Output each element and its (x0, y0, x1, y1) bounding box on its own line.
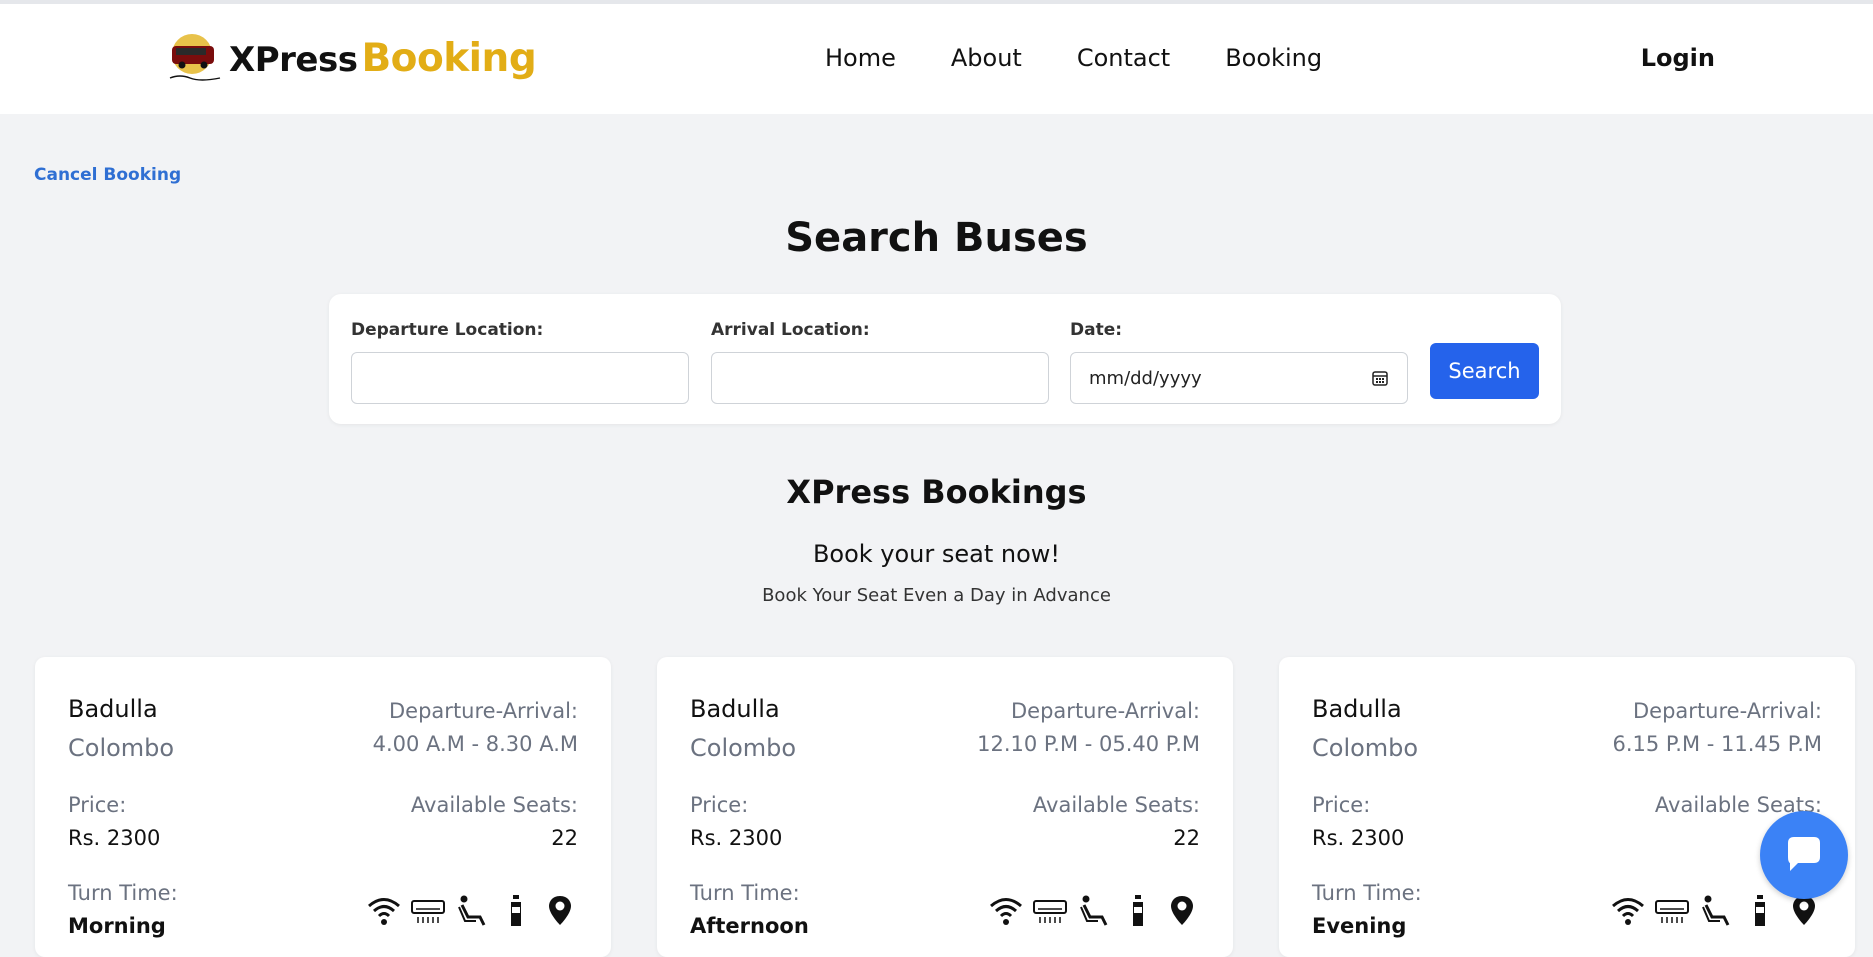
nav-contact[interactable]: Contact (1077, 44, 1170, 72)
card-from: Badulla (690, 695, 780, 723)
water-bottle-icon (1742, 893, 1778, 929)
card-da-label: Departure-Arrival: (1633, 699, 1822, 723)
location-pin-icon (1164, 893, 1200, 929)
brand[interactable]: XPress Booking (168, 32, 537, 84)
location-pin-icon (542, 893, 578, 929)
card-to: Colombo (690, 734, 797, 762)
water-bottle-icon (498, 893, 534, 929)
search-title: Search Buses (785, 215, 1088, 261)
card-price: Rs. 2300 (68, 826, 161, 850)
reclining-seat-icon (1076, 893, 1112, 929)
main-nav: Home About Contact Booking (825, 44, 1377, 72)
card-price-label: Price: (690, 793, 749, 817)
bus-card[interactable]: Badulla Colombo Departure-Arrival: 6.15 … (1279, 657, 1855, 957)
card-da-label: Departure-Arrival: (1011, 699, 1200, 723)
date-field: Date: mm/dd/yyyy (1070, 320, 1408, 404)
site-header: XPress Booking Home About Contact Booking… (0, 4, 1873, 114)
departure-field: Departure Location: (351, 320, 689, 404)
cancel-booking-link[interactable]: Cancel Booking (34, 165, 181, 185)
card-turn-label: Turn Time: (1312, 881, 1422, 905)
ac-icon (1654, 893, 1690, 929)
nav-about[interactable]: About (951, 44, 1022, 72)
reclining-seat-icon (454, 893, 490, 929)
date-placeholder: mm/dd/yyyy (1089, 368, 1202, 389)
card-da-value: 12.10 P.M - 05.40 P.M (977, 732, 1200, 756)
card-turn: Evening (1312, 914, 1407, 938)
arrival-field: Arrival Location: (711, 320, 1049, 404)
bus-logo-icon (168, 32, 223, 84)
wifi-icon (988, 893, 1024, 929)
search-button[interactable]: Search (1430, 343, 1539, 399)
card-da-label: Departure-Arrival: (389, 699, 578, 723)
card-da-value: 4.00 A.M - 8.30 A.M (372, 732, 578, 756)
card-da-value: 6.15 P.M - 11.45 P.M (1612, 732, 1822, 756)
wifi-icon (366, 893, 402, 929)
bus-card[interactable]: Badulla Colombo Departure-Arrival: 12.10… (657, 657, 1233, 957)
calendar-icon[interactable] (1371, 369, 1389, 387)
card-price-label: Price: (68, 793, 127, 817)
chat-bubble-icon (1788, 837, 1820, 871)
arrival-input[interactable] (711, 352, 1049, 404)
arrival-label: Arrival Location: (711, 320, 870, 340)
login-link[interactable]: Login (1641, 44, 1715, 72)
date-label: Date: (1070, 320, 1123, 340)
brand-name-part2: Booking (361, 35, 537, 81)
card-price: Rs. 2300 (690, 826, 783, 850)
search-form: Departure Location: Arrival Location: Da… (329, 294, 1561, 424)
card-seats: 22 (551, 826, 578, 850)
wifi-icon (1610, 893, 1646, 929)
card-seats: 22 (1173, 826, 1200, 850)
amenities (980, 893, 1200, 929)
amenities (1602, 893, 1822, 929)
card-turn-label: Turn Time: (690, 881, 800, 905)
section-caption: Book Your Seat Even a Day in Advance (762, 585, 1111, 606)
card-price: Rs. 2300 (1312, 826, 1405, 850)
ac-icon (410, 893, 446, 929)
card-price-label: Price: (1312, 793, 1371, 817)
departure-input[interactable] (351, 352, 689, 404)
card-to: Colombo (1312, 734, 1419, 762)
card-seats-label: Available Seats: (410, 793, 578, 817)
chat-button[interactable] (1760, 811, 1848, 899)
card-to: Colombo (68, 734, 175, 762)
nav-booking[interactable]: Booking (1225, 44, 1322, 72)
section-subtitle: Book your seat now! (812, 540, 1061, 568)
card-from: Badulla (1312, 695, 1402, 723)
water-bottle-icon (1120, 893, 1156, 929)
ac-icon (1032, 893, 1068, 929)
date-input[interactable]: mm/dd/yyyy (1070, 352, 1408, 404)
card-seats-label: Available Seats: (1032, 793, 1200, 817)
card-turn-label: Turn Time: (68, 881, 178, 905)
brand-name-part1: XPress (229, 39, 358, 80)
departure-label: Departure Location: (351, 320, 544, 340)
section-title: XPress Bookings (786, 473, 1087, 511)
nav-home[interactable]: Home (825, 44, 896, 72)
bus-card[interactable]: Badulla Colombo Departure-Arrival: 4.00 … (35, 657, 611, 957)
reclining-seat-icon (1698, 893, 1734, 929)
amenities (358, 893, 578, 929)
card-from: Badulla (68, 695, 158, 723)
card-turn: Afternoon (690, 914, 809, 938)
card-turn: Morning (68, 914, 166, 938)
